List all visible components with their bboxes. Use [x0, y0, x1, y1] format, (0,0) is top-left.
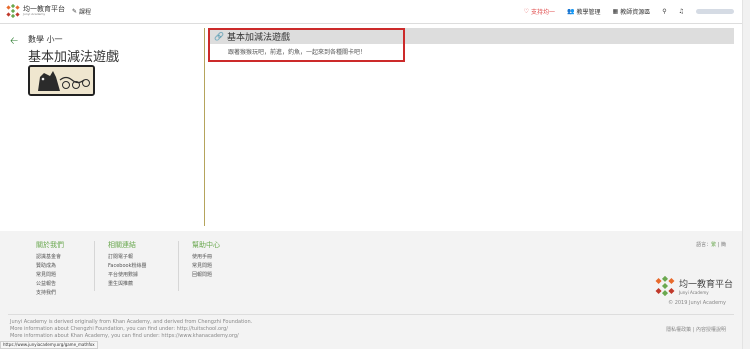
search-icon: ⚲ [662, 8, 667, 15]
lesson-thumbnail [28, 65, 95, 96]
footer-link[interactable]: 重生與推薦 [108, 280, 147, 289]
junyi-logo-icon [6, 4, 20, 18]
footer-link[interactable]: 訂閱電子報 [108, 253, 147, 262]
course-menu-label: 課程 [79, 9, 92, 16]
top-nav-right: ♡ 支持均一 👥 教學管理 ▦ 教師資源區 ⚲ ♫ [524, 7, 734, 16]
footer-col-heading: 關於我們 [36, 241, 64, 249]
footer-link[interactable]: 常見問題 [192, 262, 220, 271]
teacher-resources-link[interactable]: ▦ 教師資源區 [613, 7, 651, 16]
bell-icon: ♫ [678, 8, 684, 15]
content-divider [204, 28, 205, 226]
language-switcher: 語言：繁 | 簡 [696, 241, 726, 248]
privacy-links[interactable]: 隱私權政策 | 內容授權說明 [666, 326, 726, 333]
footer-logo-subtitle: Junyi Academy [679, 290, 709, 295]
footer-divider [8, 314, 734, 315]
site-footer: 關於我們 認識基金會 贊助成為 常見問題 公益報告 支持我們 相關連結 訂閱電子… [0, 231, 742, 349]
book-icon: ✎ [72, 8, 78, 15]
support-label: 支持均一 [531, 9, 556, 16]
page-scrollbar[interactable] [742, 0, 750, 349]
footer-logo: 均一教育平台 Junyi Academy [655, 276, 733, 296]
teacher-resources-label: 教師資源區 [620, 9, 651, 16]
user-menu[interactable] [696, 9, 734, 14]
support-link[interactable]: ♡ 支持均一 [524, 7, 555, 16]
lesson-title: 基本加減法遊戲 [28, 50, 120, 65]
notification-button[interactable]: ♫ [679, 8, 684, 15]
footer-link[interactable]: 平台使用數據 [108, 271, 147, 280]
teaching-management-label: 教學管理 [576, 9, 601, 16]
footer-col-links: 相關連結 訂閱電子報 Facebook粉絲團 平台使用數據 重生與推薦 [108, 240, 147, 289]
footer-col-help: 幫助中心 使用手冊 常見問題 回報問題 [192, 240, 220, 280]
footer-link[interactable]: 公益報告 [36, 280, 64, 289]
heart-icon: ♡ [523, 8, 529, 15]
document-icon: ▦ [612, 8, 619, 15]
lang-simplified[interactable]: 簡 [721, 242, 726, 248]
footer-col-heading: 幫助中心 [192, 241, 220, 249]
junyi-logo[interactable]: 均一教育平台 Junyi Academy [6, 4, 65, 18]
username-redacted [696, 9, 734, 14]
footer-logo-title: 均一教育平台 [679, 280, 734, 290]
footer-separator [178, 241, 179, 291]
junyi-footer-logo-icon [655, 276, 675, 296]
credit-line: More information about Khan Academy, you… [10, 333, 239, 339]
highlight-box [208, 28, 405, 62]
top-navbar: 均一教育平台 Junyi Academy ✎ 課程 ♡ 支持均一 👥 教學管理 … [0, 0, 742, 24]
footer-separator [94, 241, 95, 291]
credit-line: Junyi Academy is derived originally from… [10, 319, 253, 325]
copyright-text: © 2019 Junyi Academy [668, 300, 726, 306]
footer-credits: Junyi Academy is derived originally from… [10, 319, 252, 340]
back-arrow-icon[interactable]: 🡠 [10, 34, 18, 51]
footer-col-heading: 相關連結 [108, 241, 136, 249]
course-menu-link[interactable]: ✎ 課程 [72, 7, 91, 16]
logo-subtitle: Junyi Academy [23, 12, 46, 16]
footer-link[interactable]: 支持我們 [36, 289, 64, 298]
footer-col-about: 關於我們 認識基金會 贊助成為 常見問題 公益報告 支持我們 [36, 240, 64, 298]
users-icon: 👥 [567, 8, 575, 15]
credit-line: More information about Chengzhi Foundati… [10, 326, 228, 332]
footer-link[interactable]: 回報問題 [192, 271, 220, 280]
footer-link[interactable]: 贊助成為 [36, 262, 64, 271]
language-label: 語言： [696, 242, 712, 248]
status-bar-url: https://www.junyiacademy.org/game_mathfo… [0, 341, 98, 349]
search-button[interactable]: ⚲ [662, 8, 666, 15]
footer-link[interactable]: 常見問題 [36, 271, 64, 280]
footer-link[interactable]: 認識基金會 [36, 253, 64, 262]
footer-link[interactable]: 使用手冊 [192, 253, 220, 262]
subject-breadcrumb[interactable]: 數學 小一 [28, 34, 63, 45]
teaching-management-link[interactable]: 👥 教學管理 [567, 7, 601, 16]
footer-link[interactable]: Facebook粉絲團 [108, 262, 147, 271]
